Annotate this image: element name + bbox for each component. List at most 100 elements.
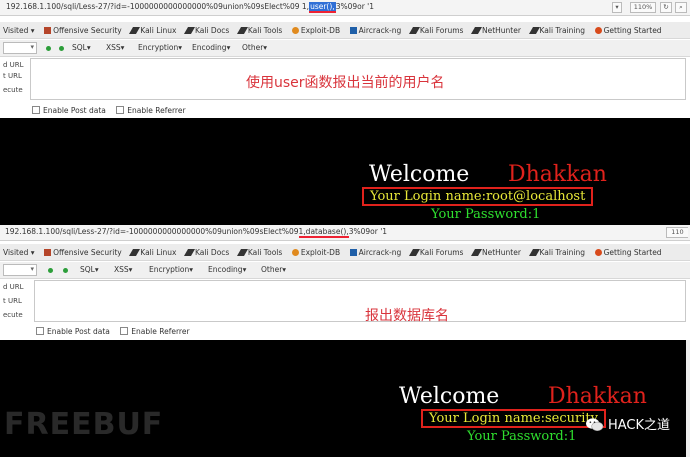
kali-icon (183, 27, 196, 34)
bookmark-offsec[interactable]: Offensive Security (44, 26, 122, 35)
hackbar-options: Enable Post data Enable Referrer (32, 106, 186, 115)
hackbar-toolbar: SQL▾ XSS▾ Encryption▾ Encoding▾ Other▾ (0, 262, 690, 279)
menu-xss[interactable]: XSS▾ (114, 265, 132, 274)
kali-icon (528, 249, 540, 256)
hackbar-panel: d URL t URL ecute 使用user函数报出当前的用户名 Enabl… (0, 58, 690, 118)
freebuf-watermark: FREEBUF (4, 407, 164, 442)
bookmark-nethunter[interactable]: NetHunter (470, 26, 521, 35)
bookmark-kali-linux[interactable]: Kali Linux (129, 26, 176, 35)
firefox-icon (594, 27, 602, 34)
search-icon[interactable]: ⌕ (675, 2, 687, 13)
url-highlight: 1,database(), (298, 227, 349, 238)
bookmark-kali-forums[interactable]: Kali Forums (408, 26, 463, 35)
url-text[interactable]: 192.168.1.100/sqli/Less-27/?id=-10000000… (6, 2, 374, 13)
exploit-db-icon (291, 27, 299, 34)
wechat-icon (586, 418, 604, 431)
bookmark-kali-tools[interactable]: Kali Tools (236, 248, 282, 257)
kali-icon (470, 249, 483, 256)
offsec-icon (44, 27, 52, 34)
menu-encoding[interactable]: Encoding▾ (192, 43, 230, 52)
bookmark-kali-linux[interactable]: Kali Linux (129, 248, 176, 257)
split-url-button[interactable]: t URL (0, 297, 28, 308)
menu-other[interactable]: Other▾ (261, 265, 286, 274)
login-name-result: Your Login name:root@localhost (362, 187, 594, 206)
password-text: Your Password:1 (431, 207, 541, 222)
bookmark-aircrack[interactable]: Aircrack-ng (349, 26, 401, 35)
kali-icon (236, 27, 248, 34)
load-url-button[interactable]: d URL (0, 61, 28, 69)
enable-post-checkbox[interactable]: Enable Post data (36, 327, 110, 336)
load-select[interactable] (3, 42, 37, 54)
reload-icon[interactable]: ↻ (660, 2, 672, 13)
zoom-level[interactable]: 110 (666, 227, 688, 238)
bookmark-getting-started[interactable]: Getting Started (594, 248, 662, 257)
hackbar-side-actions: d URL t URL ecute (0, 61, 28, 121)
enable-post-checkbox[interactable]: Enable Post data (32, 106, 106, 115)
offsec-icon (44, 249, 52, 256)
kali-icon (408, 27, 420, 34)
green-dot-icon[interactable] (48, 268, 53, 273)
zoom-level[interactable]: 110% (630, 2, 656, 13)
url-suffix: 3%09or '1 (348, 227, 388, 236)
bookmark-offsec[interactable]: Offensive Security (44, 248, 122, 257)
menu-encryption[interactable]: Encryption▾ (138, 43, 182, 52)
menu-sql[interactable]: SQL▾ (80, 265, 99, 274)
hackbar-panel: d URL t URL ecute 报出数据库名 Enable Post dat… (0, 280, 690, 340)
menu-other[interactable]: Other▾ (242, 43, 267, 52)
green-dot-icon[interactable] (63, 268, 68, 273)
wechat-account-name: HACK之道 (607, 418, 670, 433)
welcome-text: Welcome (369, 162, 470, 187)
menu-encoding[interactable]: Encoding▾ (208, 265, 246, 274)
wechat-credit: HACK之道 (585, 414, 670, 433)
hackbar-side-actions: d URL t URL ecute (0, 283, 28, 343)
annotation-note: 使用user函数报出当前的用户名 (246, 75, 445, 91)
menu-encryption[interactable]: Encryption▾ (149, 265, 193, 274)
page-content: Welcome Dhakkan Your Login name:root@loc… (0, 118, 690, 225)
bookmark-kali-forums[interactable]: Kali Forums (408, 248, 463, 257)
url-prefix: 192.168.1.100/sqli/Less-27/?id=-10000000… (6, 2, 310, 11)
screenshot-user-query: 192.168.1.100/sqli/Less-27/?id=-10000000… (0, 0, 690, 225)
scrollbar[interactable] (686, 340, 690, 457)
bookmark-kali-tools[interactable]: Kali Tools (236, 26, 282, 35)
annotation-note: 报出数据库名 (365, 308, 449, 324)
kali-icon (183, 249, 196, 256)
password-text: Your Password:1 (467, 429, 577, 444)
execute-button[interactable]: ecute (0, 86, 28, 97)
bookmark-aircrack[interactable]: Aircrack-ng (349, 248, 401, 257)
bookmarks-bar: Visited ▾ Offensive Security Kali Linux … (0, 244, 690, 261)
menu-sql[interactable]: SQL▾ (72, 43, 91, 52)
bookmark-visited[interactable]: Visited ▾ (3, 248, 35, 257)
url-bar[interactable]: 192.168.1.100/sqli/Less-27/?id=-10000000… (0, 0, 690, 16)
bookmark-nethunter[interactable]: NetHunter (470, 248, 521, 257)
hackbar-toolbar: SQL▾ XSS▾ Encryption▾ Encoding▾ Other▾ (0, 40, 690, 57)
bookmark-visited[interactable]: Visited ▾ (3, 26, 35, 35)
bookmark-kali-docs[interactable]: Kali Docs (183, 26, 229, 35)
green-dot-icon[interactable] (46, 46, 51, 51)
execute-button[interactable]: ecute (0, 311, 28, 322)
load-select[interactable] (3, 264, 37, 276)
kali-icon (236, 249, 248, 256)
enable-referrer-checkbox[interactable]: Enable Referrer (120, 327, 190, 336)
url-bar[interactable]: 192.168.1.100/sqli/Less-27/?id=-10000000… (0, 225, 690, 241)
enable-referrer-checkbox[interactable]: Enable Referrer (116, 106, 186, 115)
load-url-button[interactable]: d URL (0, 283, 28, 294)
bookmark-kali-docs[interactable]: Kali Docs (183, 248, 229, 257)
aircrack-icon (349, 27, 357, 34)
split-url-button[interactable]: t URL (0, 72, 28, 83)
bookmark-kali-training[interactable]: Kali Training (528, 26, 585, 35)
green-dot-icon[interactable] (59, 46, 64, 51)
bookmarks-bar: Visited ▾ Offensive Security Kali Linux … (0, 22, 690, 39)
kali-icon (129, 27, 141, 34)
bookmark-exploit-db[interactable]: Exploit-DB (291, 26, 340, 35)
bookmark-kali-training[interactable]: Kali Training (528, 248, 585, 257)
kali-icon (528, 27, 540, 34)
firefox-icon (594, 249, 602, 256)
hackbar-url-textarea[interactable] (34, 280, 686, 322)
dropdown-icon[interactable]: ▾ (612, 2, 622, 13)
bookmark-exploit-db[interactable]: Exploit-DB (291, 248, 340, 257)
bookmark-getting-started[interactable]: Getting Started (594, 26, 662, 35)
url-prefix: 192.168.1.100/sqli/Less-27/?id=-10000000… (5, 227, 299, 236)
url-text[interactable]: 192.168.1.100/sqli/Less-27/?id=-10000000… (5, 227, 388, 238)
menu-xss[interactable]: XSS▾ (106, 43, 124, 52)
exploit-db-icon (291, 249, 299, 256)
